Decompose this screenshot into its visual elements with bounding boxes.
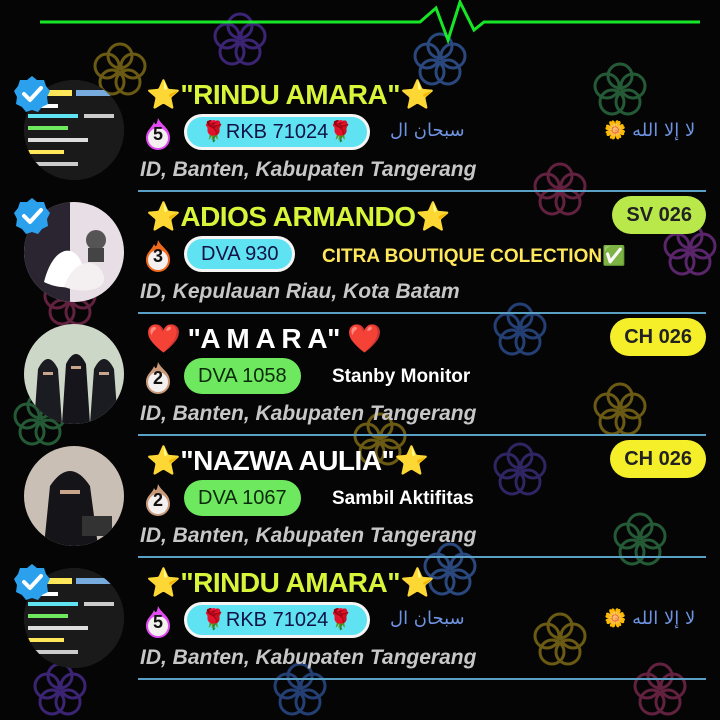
veiled-woman-avatar[interactable]: [24, 446, 124, 546]
user-location: ID, Kepulauan Riau, Kota Batam: [140, 280, 460, 303]
level-number: 2: [152, 368, 163, 388]
level-badge-icon: 5: [140, 604, 176, 640]
user-name: ⭐"RINDU AMARA"⭐: [146, 79, 435, 110]
user-name: ❤️ "A M A R A" ❤️: [146, 323, 382, 354]
user-location: ID, Banten, Kabupaten Tangerang: [140, 524, 477, 547]
row-divider: [138, 678, 706, 680]
room-badge[interactable]: SV 026: [612, 196, 706, 234]
level-badge-icon: 2: [140, 360, 176, 396]
user-row[interactable]: ⭐"RINDU AMARA"⭐ 5 🌹RKB 71024🌹 سبحان ال 🌼 لا…: [0, 558, 720, 680]
level-badge-icon: 3: [140, 238, 176, 274]
user-row[interactable]: ⭐"NAZWA AULIA"⭐ 2 DVA 1067 Sambil Aktifita…: [0, 436, 720, 558]
level-number: 5: [152, 124, 163, 144]
room-badge[interactable]: CH 026: [610, 440, 706, 478]
verified-check-icon: [12, 562, 52, 602]
level-number: 3: [152, 246, 163, 266]
user-name: ⭐ADIOS ARMANDO⭐: [146, 201, 450, 232]
user-id-tag: 🌹RKB 71024🌹: [184, 602, 371, 638]
user-name: ⭐"RINDU AMARA"⭐: [146, 567, 435, 598]
arabic-text-right: 🌼 لا إلا الله: [604, 608, 696, 629]
level-badge-icon: 5: [140, 116, 176, 152]
user-location: ID, Banten, Kabupaten Tangerang: [140, 158, 477, 181]
user-id-tag: DVA 930: [184, 236, 296, 272]
arabic-text-right: 🌼 لا إلا الله: [604, 120, 696, 141]
user-row[interactable]: ❤️ "A M A R A" ❤️ 2 DVA 1058 Stanby Monito…: [0, 314, 720, 436]
user-name: ⭐"NAZWA AULIA"⭐: [146, 445, 429, 476]
user-row[interactable]: ⭐"RINDU AMARA"⭐ 5 🌹RKB 71024🌹 سبحان ال 🌼 لا…: [0, 70, 720, 192]
arabic-text-left: سبحان ال: [390, 608, 465, 629]
verified-check-icon: [12, 196, 52, 236]
user-location: ID, Banten, Kabupaten Tangerang: [140, 646, 477, 669]
status-text: Stanby Monitor: [332, 366, 471, 387]
user-id-tag: DVA 1067: [184, 480, 301, 516]
arabic-text-left: سبحان ال: [390, 120, 465, 141]
status-text: Sambil Aktifitas: [332, 488, 474, 509]
level-number: 2: [152, 490, 163, 510]
user-id-tag: DVA 1058: [184, 358, 301, 394]
user-row[interactable]: ⭐ADIOS ARMANDO⭐ 3 DVA 930 CITRA BOUTIQUE C…: [0, 192, 720, 314]
room-badge[interactable]: CH 026: [610, 318, 706, 356]
user-id-tag: 🌹RKB 71024🌹: [184, 114, 371, 150]
level-badge-icon: 2: [140, 482, 176, 518]
heartbeat-line-icon: [40, 0, 700, 45]
status-text: CITRA BOUTIQUE COLECTION✅: [322, 246, 626, 267]
veiled-women-avatar[interactable]: [24, 324, 124, 424]
level-number: 5: [152, 612, 163, 632]
verified-check-icon: [12, 74, 52, 114]
user-location: ID, Banten, Kabupaten Tangerang: [140, 402, 477, 425]
